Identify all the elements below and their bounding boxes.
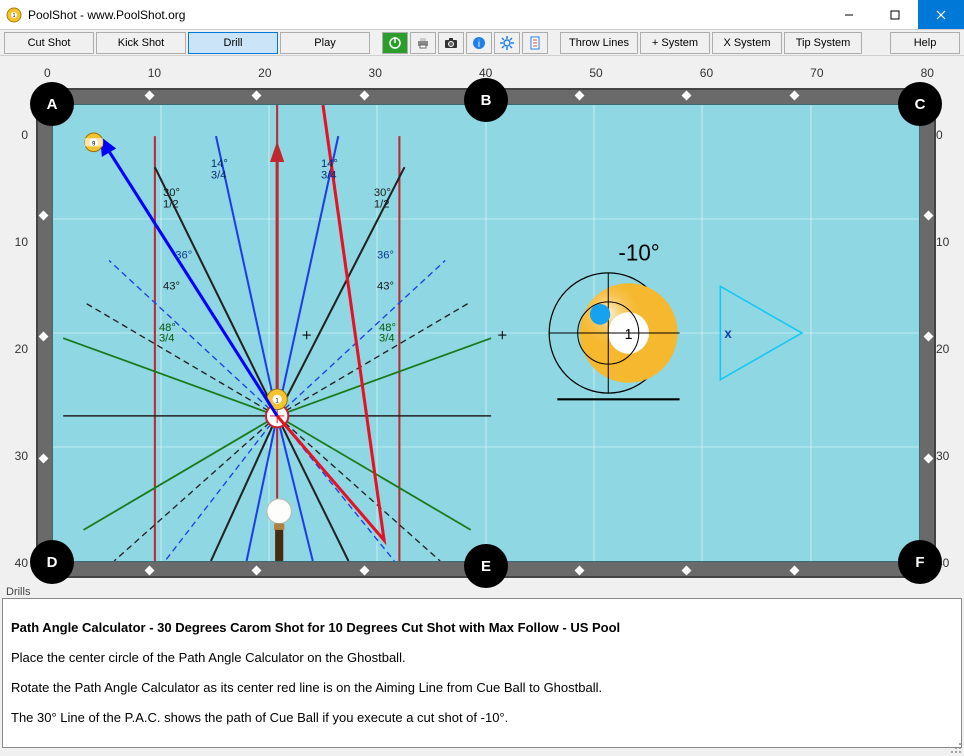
x-label: 30 xyxy=(369,66,382,80)
throw-lines-button[interactable]: Throw Lines xyxy=(560,32,638,54)
y-label: 0 xyxy=(4,128,28,142)
maximize-button[interactable] xyxy=(872,0,918,29)
toolbar: Cut Shot Kick Shot Drill Play i Throw Li… xyxy=(0,30,964,56)
y-label: 10 xyxy=(4,235,28,249)
svg-text:9: 9 xyxy=(92,140,96,147)
svg-text:3/4: 3/4 xyxy=(211,170,227,182)
drills-tab[interactable]: Drills xyxy=(2,586,962,598)
camera-icon[interactable] xyxy=(438,32,464,54)
document-icon[interactable] xyxy=(522,32,548,54)
svg-text:48°: 48° xyxy=(379,322,396,334)
svg-text:36°: 36° xyxy=(175,249,192,261)
power-icon[interactable] xyxy=(382,32,408,54)
title-bar: 1 PoolShot - www.PoolShot.org xyxy=(0,0,964,30)
y-label: 30 xyxy=(936,449,960,463)
settings-icon[interactable] xyxy=(494,32,520,54)
x-label: 60 xyxy=(700,66,713,80)
close-button[interactable] xyxy=(918,0,964,29)
window-title: PoolShot - www.PoolShot.org xyxy=(28,8,826,22)
svg-text:1/2: 1/2 xyxy=(374,199,390,211)
svg-text:-10°: -10° xyxy=(618,240,659,265)
pool-table[interactable]: A B C D E F xyxy=(36,88,936,578)
y-axis-labels-right: 0 10 20 30 40 xyxy=(936,128,960,570)
svg-text:i: i xyxy=(478,39,480,50)
svg-text:1: 1 xyxy=(13,13,16,19)
app-icon: 1 xyxy=(6,7,22,23)
y-axis-labels-left: 0 10 20 30 40 xyxy=(4,128,28,570)
info-icon[interactable]: i xyxy=(466,32,492,54)
svg-text:36°: 36° xyxy=(377,249,394,261)
svg-text:48°: 48° xyxy=(159,322,176,334)
drill-line: Place the center circle of the Path Angl… xyxy=(11,650,953,665)
svg-text:43°: 43° xyxy=(163,280,180,292)
y-label: 20 xyxy=(4,342,28,356)
x-label: 0 xyxy=(44,66,51,80)
svg-text:43°: 43° xyxy=(377,280,394,292)
svg-text:3/4: 3/4 xyxy=(379,332,395,344)
minimize-button[interactable] xyxy=(826,0,872,29)
x-label: 50 xyxy=(589,66,602,80)
tip-system-button[interactable]: Tip System xyxy=(784,32,862,54)
plus-system-button[interactable]: + System xyxy=(640,32,710,54)
pocket-e: E xyxy=(464,544,508,588)
svg-text:30°: 30° xyxy=(374,187,391,199)
drill-line: The 30° Line of the P.A.C. shows the pat… xyxy=(11,710,953,725)
drill-button[interactable]: Drill xyxy=(188,32,278,54)
pocket-c: C xyxy=(898,82,942,126)
help-button[interactable]: Help xyxy=(890,32,960,54)
y-label: 20 xyxy=(936,342,960,356)
y-label: 40 xyxy=(4,556,28,570)
table-stage: 0 10 20 30 40 50 60 70 80 0 10 20 30 40 … xyxy=(0,56,964,586)
x-system-button[interactable]: X System xyxy=(712,32,782,54)
svg-text:14°: 14° xyxy=(211,158,228,170)
y-label: 10 xyxy=(936,235,960,249)
x-label: 70 xyxy=(810,66,823,80)
line-overlay: 1 14°3/414°3/4 30°1/230°1/2 36°36° 43°43… xyxy=(53,105,919,561)
drill-line: Rotate the Path Angle Calculator as its … xyxy=(11,680,953,695)
play-button[interactable]: Play xyxy=(280,32,370,54)
resize-grip-icon[interactable] xyxy=(950,742,962,754)
drill-textbox[interactable]: Path Angle Calculator - 30 Degrees Carom… xyxy=(2,598,962,748)
svg-text:3/4: 3/4 xyxy=(159,332,175,344)
print-icon[interactable] xyxy=(410,32,436,54)
svg-text:3/4: 3/4 xyxy=(321,170,337,182)
x-label: 20 xyxy=(258,66,271,80)
cloth: 1 14°3/414°3/4 30°1/230°1/2 36°36° 43°43… xyxy=(52,104,920,562)
pocket-b: B xyxy=(464,78,508,122)
svg-text:1/2: 1/2 xyxy=(163,199,179,211)
x-label: 80 xyxy=(921,66,934,80)
svg-text:1: 1 xyxy=(625,327,633,343)
kick-shot-button[interactable]: Kick Shot xyxy=(96,32,186,54)
drill-heading: Path Angle Calculator - 30 Degrees Carom… xyxy=(11,620,953,635)
svg-text:30°: 30° xyxy=(163,187,180,199)
svg-text:14°: 14° xyxy=(321,158,338,170)
pocket-a: A xyxy=(30,82,74,126)
y-label: 30 xyxy=(4,449,28,463)
pocket-f: F xyxy=(898,540,942,584)
x-label: 10 xyxy=(148,66,161,80)
drills-panel: Drills Path Angle Calculator - 30 Degree… xyxy=(2,586,962,754)
svg-text:x: x xyxy=(724,326,732,341)
svg-text:1: 1 xyxy=(275,397,279,404)
pocket-d: D xyxy=(30,540,74,584)
cut-shot-button[interactable]: Cut Shot xyxy=(4,32,94,54)
y-label: 0 xyxy=(936,128,960,142)
